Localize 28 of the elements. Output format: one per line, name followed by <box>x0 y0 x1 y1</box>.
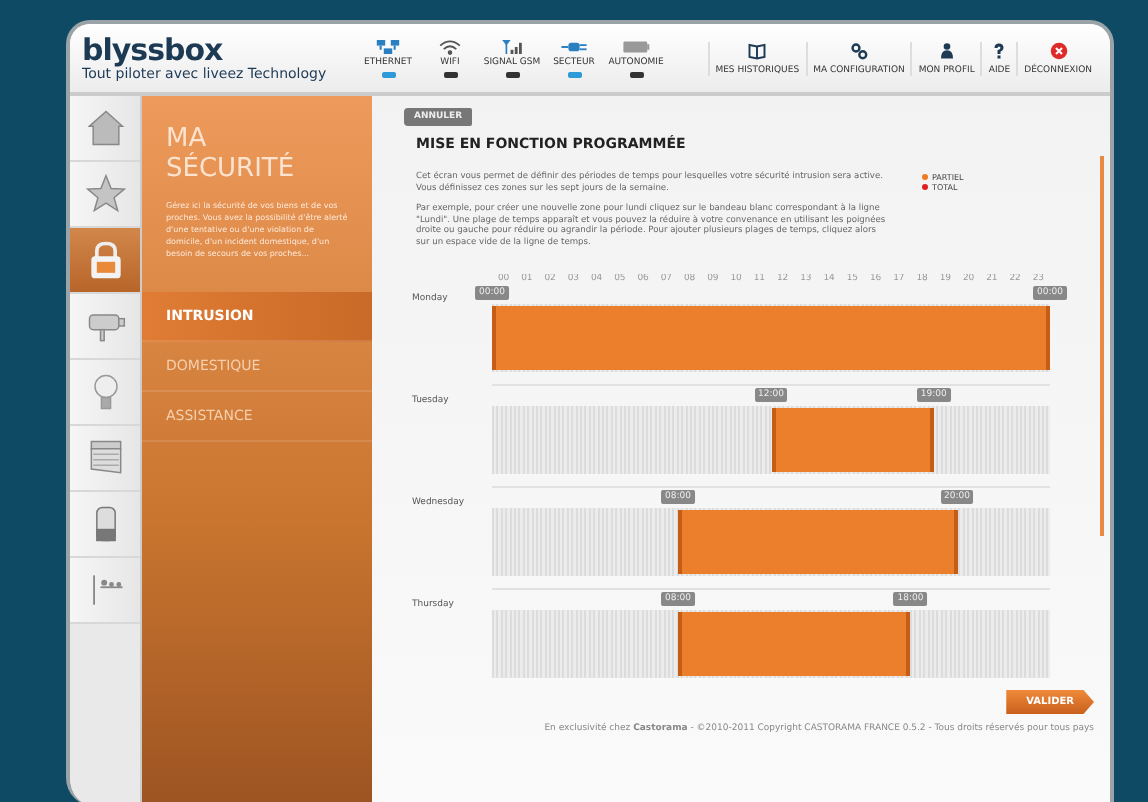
timeline-track[interactable] <box>492 406 1050 474</box>
time-range-bar[interactable] <box>678 510 957 574</box>
sidebar-item[interactable] <box>70 294 140 360</box>
sidebar-item[interactable] <box>70 96 140 162</box>
battery-icon <box>622 38 650 57</box>
sidebar-item[interactable] <box>70 162 140 228</box>
person-icon <box>937 41 956 59</box>
timeline-track[interactable] <box>492 610 1050 678</box>
logo: blyssbox <box>82 35 225 65</box>
logout-icon <box>1049 41 1068 59</box>
book-icon <box>748 41 767 59</box>
house-icon <box>83 106 127 150</box>
gears-icon <box>849 41 868 59</box>
wifi-icon <box>436 38 464 57</box>
plug-icon <box>560 38 588 57</box>
sidebar-item[interactable] <box>70 558 140 624</box>
sidebar-item[interactable] <box>70 492 140 558</box>
help-icon <box>990 41 1009 59</box>
sidebar-item[interactable] <box>70 426 140 492</box>
gsm-icon <box>498 38 526 57</box>
time-range-bar[interactable] <box>771 408 934 472</box>
ethernet-icon <box>374 38 402 57</box>
sidebar-item[interactable] <box>70 228 140 294</box>
sidebar-item[interactable] <box>70 360 140 426</box>
scrollbar[interactable] <box>1100 156 1104 536</box>
timeline-track[interactable] <box>492 508 1050 576</box>
star-icon <box>83 172 127 216</box>
time-range-bar[interactable] <box>678 612 911 676</box>
